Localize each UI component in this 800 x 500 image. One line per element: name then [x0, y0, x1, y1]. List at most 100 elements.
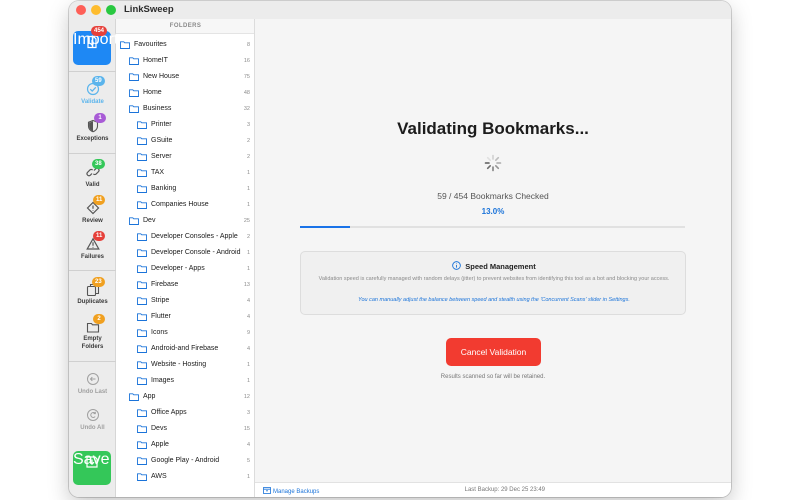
undo-all-button[interactable]: Undo All: [69, 406, 116, 436]
valid-button[interactable]: Valid 38: [69, 159, 116, 191]
exceptions-label: Exceptions: [76, 136, 109, 142]
folder-name: TAX: [151, 169, 165, 176]
folder-count: 1: [246, 202, 250, 208]
folder-name: Stripe: [151, 297, 170, 304]
folder-icon: [137, 409, 147, 417]
folder-name: Server: [151, 153, 172, 160]
folder-row[interactable]: Website - Hosting 1: [116, 357, 254, 373]
folders-footer: [116, 482, 255, 497]
folder-name: Firebase: [151, 281, 179, 288]
folder-count: 5: [246, 458, 250, 464]
folder-row[interactable]: Google Play - Android 5: [116, 453, 254, 469]
folder-name: Website - Hosting: [151, 361, 207, 368]
folder-icon: [137, 329, 147, 337]
folder-row[interactable]: Printer 3: [116, 117, 254, 133]
folder-row[interactable]: Business 32: [116, 101, 254, 117]
folder-row[interactable]: Apple 4: [116, 437, 254, 453]
folder-count: 48: [243, 90, 250, 96]
folder-name: Home: [143, 89, 162, 96]
review-count-badge: 11: [93, 195, 106, 205]
validation-panel: Validating Bookmarks... 59 / 454 Bookmar…: [255, 19, 731, 497]
folder-icon: [137, 297, 147, 305]
folder-name: Business: [143, 105, 172, 112]
folder-row[interactable]: GSuite 2: [116, 133, 254, 149]
folder-count: 4: [246, 314, 250, 320]
folder-row[interactable]: Home 48: [116, 85, 254, 101]
maximize-window-button[interactable]: [106, 5, 116, 15]
last-backup-text: Last Backup: 29 Dec 25 23:49: [464, 487, 545, 493]
folder-name: Google Play - Android: [151, 457, 220, 464]
review-label: Review: [82, 218, 103, 224]
folder-row[interactable]: Android-and Firebase 4: [116, 341, 254, 357]
exceptions-button[interactable]: Exceptions 1: [69, 113, 116, 146]
folder-row[interactable]: Companies House 1: [116, 197, 254, 213]
folder-count: 1: [246, 250, 250, 256]
manage-backups-link[interactable]: Manage Backups: [263, 486, 319, 495]
folder-row[interactable]: Flutter 4: [116, 309, 254, 325]
folder-icon: [137, 441, 147, 449]
folder-row[interactable]: Server 2: [116, 149, 254, 165]
folder-row[interactable]: Developer - Apps 1: [116, 261, 254, 277]
folder-count: 75: [243, 74, 250, 80]
undo-last-label: Undo Last: [77, 389, 108, 395]
folder-count: 8: [246, 42, 250, 48]
failures-button[interactable]: Failures 11: [69, 231, 116, 263]
folder-count: 32: [243, 106, 250, 112]
review-button[interactable]: Review 11: [69, 195, 116, 227]
cancel-validation-button[interactable]: Cancel Validation: [446, 338, 541, 366]
folder-row[interactable]: Office Apps 3: [116, 405, 254, 421]
save-button[interactable]: Save: [73, 451, 111, 485]
folder-count: 2: [246, 138, 250, 144]
folder-name: AWS: [151, 473, 167, 480]
info-icon: [452, 261, 462, 270]
empty-folders-label-line2: Folders: [81, 344, 104, 350]
folder-row[interactable]: Firebase 13: [116, 277, 254, 293]
folder-name: Developer Console - Android: [151, 249, 241, 256]
folder-row[interactable]: App 12: [116, 389, 254, 405]
folder-icon: [137, 425, 147, 433]
save-icon: [86, 456, 98, 468]
undo-last-button[interactable]: Undo Last: [69, 370, 116, 400]
folder-name: Android-and Firebase: [151, 345, 219, 352]
undo-arrow-icon: [86, 373, 99, 385]
undo-all-icon: [86, 409, 99, 421]
folder-name: HomeIT: [143, 57, 168, 64]
folder-row[interactable]: Banking 1: [116, 181, 254, 197]
folder-count: 15: [243, 426, 250, 432]
failures-label: Failures: [80, 254, 104, 260]
folder-row[interactable]: TAX 1: [116, 165, 254, 181]
empty-folders-button[interactable]: Empty Folders 2: [69, 313, 116, 353]
folder-icon: [137, 137, 147, 145]
folder-row[interactable]: Developer Consoles - Apple 2: [116, 229, 254, 245]
loading-spinner-icon: [484, 154, 502, 172]
folder-icon: [137, 185, 147, 193]
folder-row[interactable]: Favourites 8: [116, 37, 254, 53]
folder-row[interactable]: Devs 15: [116, 421, 254, 437]
folder-row[interactable]: HomeIT 16: [116, 53, 254, 69]
folder-row[interactable]: Images 1: [116, 373, 254, 389]
minimize-window-button[interactable]: [91, 5, 101, 15]
failures-count-badge: 11: [93, 231, 106, 241]
folder-icon: [137, 281, 147, 289]
validate-count-badge: 59: [92, 76, 105, 86]
folder-row[interactable]: Stripe 4: [116, 293, 254, 309]
folder-count: 3: [246, 410, 250, 416]
folder-row[interactable]: Icons 9: [116, 325, 254, 341]
folder-name: New House: [143, 73, 180, 80]
manage-backups-label: Manage Backups: [273, 489, 320, 495]
duplicates-button[interactable]: Duplicates 23: [69, 276, 116, 308]
folder-icon: [137, 201, 147, 209]
app-title: LinkSweep: [124, 4, 174, 15]
folder-count: 1: [246, 362, 250, 368]
import-button[interactable]: Import 454: [73, 26, 118, 65]
validate-button[interactable]: Validate 59: [69, 76, 116, 109]
folder-row[interactable]: Developer Console - Android 1: [116, 245, 254, 261]
folder-icon: [137, 457, 147, 465]
info-title: Speed Management: [465, 262, 536, 271]
bookmarks-checked-text: 59 / 454 Bookmarks Checked: [437, 191, 549, 201]
folder-name: Developer - Apps: [151, 265, 205, 272]
folder-row[interactable]: New House 75: [116, 69, 254, 85]
close-window-button[interactable]: [76, 5, 86, 15]
duplicates-count-badge: 23: [92, 277, 105, 287]
folder-row[interactable]: Dev 25: [116, 213, 254, 229]
